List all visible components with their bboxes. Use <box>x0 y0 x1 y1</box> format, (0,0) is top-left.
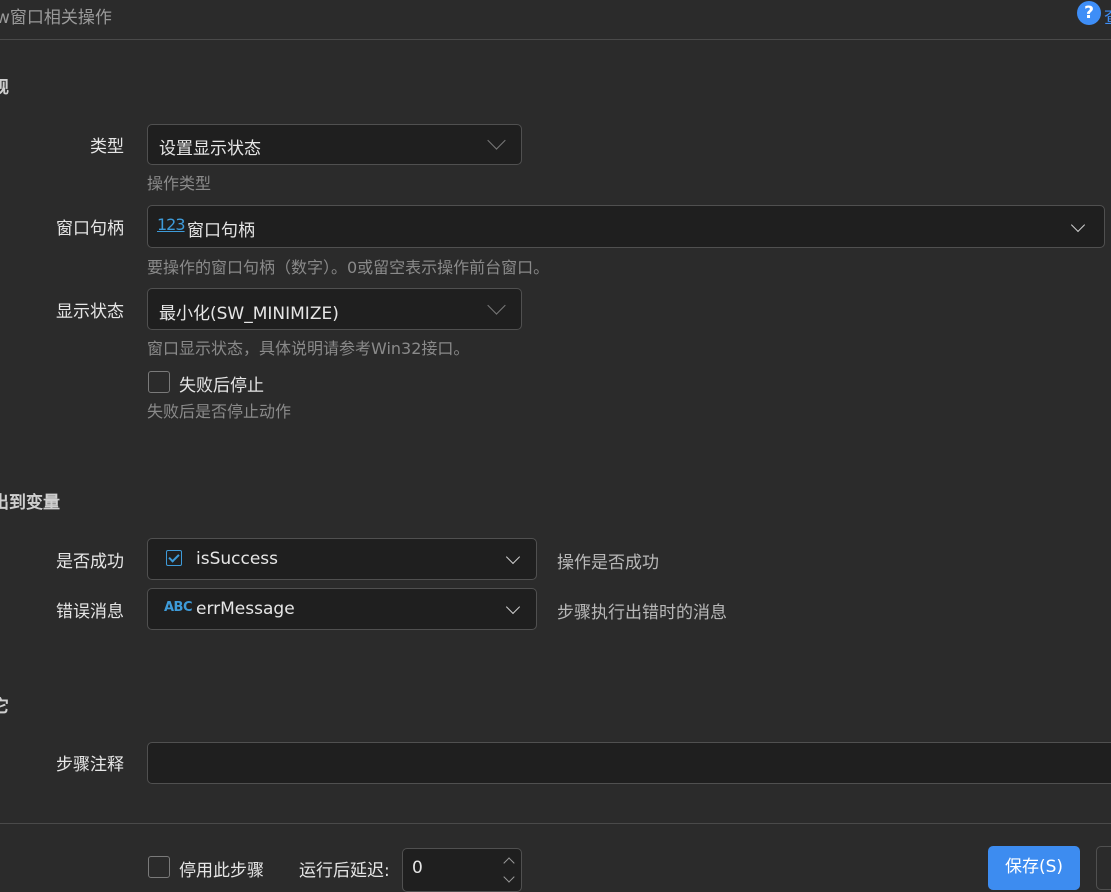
chevron-down-icon <box>487 131 506 150</box>
error-variable-select[interactable]: ABC errMessage <box>147 588 537 630</box>
chevron-down-icon <box>487 296 506 315</box>
success-variable-value: isSuccess <box>196 549 279 569</box>
stop-on-fail-label[interactable]: 失败后停止 <box>179 371 264 396</box>
footer-divider <box>0 823 1111 824</box>
state-select[interactable]: 最小化(SW_MINIMIZE) <box>147 288 522 330</box>
text-type-icon: ABC <box>164 600 193 615</box>
success-desc: 操作是否成功 <box>557 553 659 573</box>
error-desc: 步骤执行出错时的消息 <box>557 603 727 623</box>
boolean-checkbox-icon <box>166 550 182 566</box>
state-hint: 窗口显示状态，具体说明请参考Win32接口。 <box>147 339 470 358</box>
stop-on-fail-hint: 失败后是否停止动作 <box>147 402 292 421</box>
chevron-down-icon[interactable] <box>1070 217 1086 233</box>
error-label: 错误消息 <box>56 602 124 622</box>
error-variable-value: errMessage <box>196 599 295 619</box>
spin-down-icon[interactable] <box>503 871 515 883</box>
handle-field-value: 窗口句柄 <box>187 221 255 241</box>
handle-label: 窗口句柄 <box>56 219 124 239</box>
type-select[interactable]: 设置显示状态 <box>147 124 522 165</box>
disable-step-checkbox[interactable] <box>148 856 170 878</box>
stop-on-fail-checkbox[interactable] <box>148 371 170 393</box>
section-other-heading: 它 <box>0 697 9 717</box>
secondary-button[interactable] <box>1096 846 1111 890</box>
success-label: 是否成功 <box>56 552 124 572</box>
type-hint: 操作类型 <box>147 174 212 193</box>
type-label: 类型 <box>90 137 124 157</box>
type-select-value: 设置显示状态 <box>159 139 261 159</box>
help-link[interactable]: 查 <box>1104 3 1111 28</box>
save-button[interactable]: 保存(S) <box>988 846 1080 890</box>
handle-hint: 要操作的窗口句柄（数字）。0或留空表示操作前台窗口。 <box>147 258 550 277</box>
header-divider <box>0 39 1111 40</box>
handle-field[interactable]: 123 窗口句柄 <box>147 205 1105 248</box>
state-select-value: 最小化(SW_MINIMIZE) <box>159 304 339 324</box>
help-icon[interactable]: ? <box>1077 1 1101 25</box>
chevron-down-icon[interactable] <box>505 599 521 615</box>
spin-up-icon[interactable] <box>503 857 515 869</box>
delay-label: 运行后延迟: <box>299 861 390 881</box>
disable-step-label[interactable]: 停用此步骤 <box>179 856 264 881</box>
note-label: 步骤注释 <box>56 755 124 775</box>
section-general-heading: 规 <box>0 78 9 98</box>
number-type-icon: 123 <box>157 215 186 234</box>
section-output-heading: 出到变量 <box>0 493 60 513</box>
chevron-down-icon[interactable] <box>505 549 521 565</box>
note-input[interactable] <box>147 742 1111 784</box>
delay-value: 0 <box>412 858 423 878</box>
state-label: 显示状态 <box>56 302 124 322</box>
delay-stepper[interactable]: 0 <box>402 848 522 892</box>
dialog-title: w窗口相关操作 <box>0 8 112 28</box>
success-variable-select[interactable]: isSuccess <box>147 538 537 580</box>
